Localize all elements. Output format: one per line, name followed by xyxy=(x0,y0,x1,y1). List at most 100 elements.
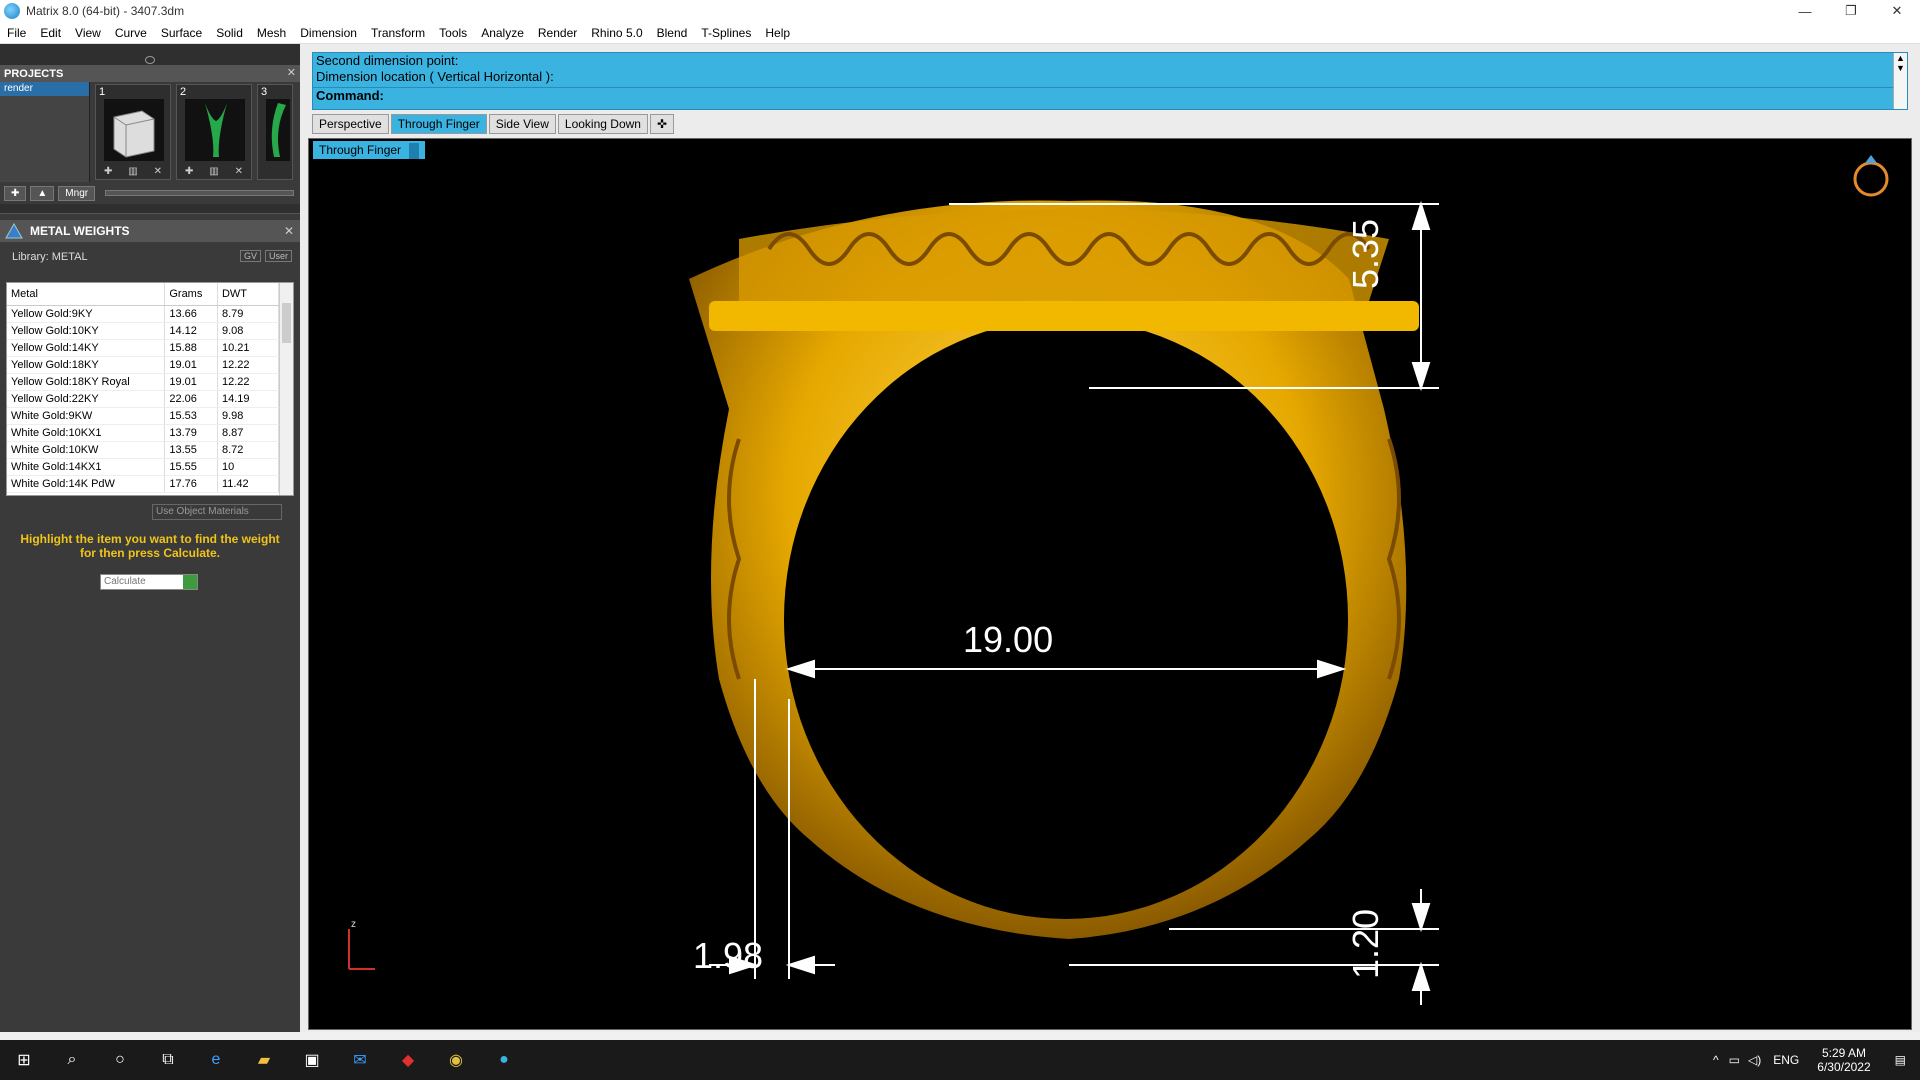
menu-view[interactable]: View xyxy=(68,26,108,40)
table-row[interactable]: White Gold:10KX1 13.79 8.87 xyxy=(7,424,280,442)
ring-icon[interactable] xyxy=(1853,155,1889,197)
command-prompt: Command: xyxy=(316,88,384,103)
menu-render[interactable]: Render xyxy=(531,26,584,40)
col-dwt[interactable]: DWT xyxy=(217,283,280,306)
table-row[interactable]: White Gold:10KW 13.55 8.72 xyxy=(7,441,280,459)
collapse-grip-icon[interactable] xyxy=(145,56,155,64)
table-row[interactable]: Yellow Gold:14KY 15.88 10.21 xyxy=(7,339,280,357)
tab-perspective[interactable]: Perspective xyxy=(312,114,389,134)
manager-button[interactable]: Mngr xyxy=(58,185,96,201)
up-project-button[interactable]: ▲ xyxy=(30,185,55,201)
search-icon[interactable]: ⌕ xyxy=(48,1040,96,1080)
tab-side-view[interactable]: Side View xyxy=(488,114,556,134)
col-grams[interactable]: Grams xyxy=(164,283,218,306)
scale-icon xyxy=(5,222,23,239)
cortana-icon[interactable]: ○ xyxy=(96,1040,144,1080)
project-thumb-1[interactable]: 1 ✚ ▥ ✕ xyxy=(95,84,171,180)
table-row[interactable]: Yellow Gold:22KY 22.06 14.19 xyxy=(7,390,280,408)
menu-transform[interactable]: Transform xyxy=(364,26,432,40)
viewport[interactable]: Through Finger 19.00 5.35 1.98 1.20 z xyxy=(308,138,1912,1030)
app-icon-red[interactable]: ◆ xyxy=(384,1040,432,1080)
clock[interactable]: 5:29 AM 6/30/2022 xyxy=(1807,1046,1880,1074)
task-view-icon[interactable]: ⧉ xyxy=(144,1040,192,1080)
close-button[interactable]: ✕ xyxy=(1874,0,1920,22)
menu-dimension[interactable]: Dimension xyxy=(293,26,364,40)
add-project-button[interactable]: ✚ xyxy=(4,185,27,201)
command-input[interactable]: Command: xyxy=(313,87,1907,103)
chrome-icon[interactable]: ◉ xyxy=(432,1040,480,1080)
menu-file[interactable]: File xyxy=(0,26,33,40)
table-row[interactable]: Yellow Gold:10KY 14.12 9.08 xyxy=(7,322,280,340)
col-metal[interactable]: Metal xyxy=(7,283,166,306)
table-row[interactable]: White Gold:9KW 15.53 9.98 xyxy=(7,407,280,425)
user-toggle[interactable]: User xyxy=(264,250,292,262)
menu-blend[interactable]: Blend xyxy=(650,26,695,40)
volume-icon[interactable]: ◁) xyxy=(1744,1053,1765,1067)
metal-table[interactable]: Metal Grams DWT Yellow Gold:9KY 13.66 8.79… xyxy=(6,282,294,496)
project-item-render[interactable]: render xyxy=(0,82,89,96)
projects-title: PROJECTS xyxy=(4,68,64,80)
chevron-up-icon[interactable]: ^ xyxy=(1707,1053,1725,1067)
tab-through-finger[interactable]: Through Finger xyxy=(390,114,487,134)
menu-curve[interactable]: Curve xyxy=(108,26,154,40)
edge-icon[interactable]: e xyxy=(192,1040,240,1080)
cell-grams: 22.06 xyxy=(164,390,218,408)
delete-icon[interactable]: ✕ xyxy=(154,166,162,177)
project-list[interactable]: render xyxy=(0,82,90,182)
mail-icon[interactable]: ✉ xyxy=(336,1040,384,1080)
copy-icon[interactable]: ▥ xyxy=(209,166,218,177)
tab-looking-down[interactable]: Looking Down xyxy=(557,114,648,134)
menu-edit[interactable]: Edit xyxy=(33,26,68,40)
menu-help[interactable]: Help xyxy=(758,26,797,40)
network-icon[interactable]: ▭ xyxy=(1725,1053,1744,1067)
project-tools: ✚ ▲ Mngr xyxy=(0,182,300,204)
axis-gizmo xyxy=(348,929,375,970)
project-thumb-2[interactable]: 2 ✚ ▥ ✕ xyxy=(176,84,252,180)
matrix-icon[interactable]: ● xyxy=(480,1040,528,1080)
cell-grams: 13.79 xyxy=(164,424,218,442)
language-indicator[interactable]: ENG xyxy=(1765,1053,1807,1067)
play-icon[interactable] xyxy=(183,575,197,589)
delete-icon[interactable]: ✕ xyxy=(235,166,243,177)
calculate-label: Calculate xyxy=(104,576,146,587)
clock-time: 5:29 AM xyxy=(1821,1046,1866,1060)
use-object-materials-toggle[interactable]: Use Object Materials xyxy=(152,504,282,520)
scroll-thumb[interactable] xyxy=(282,303,291,343)
close-icon[interactable]: ✕ xyxy=(284,224,294,238)
calculate-button[interactable]: Calculate xyxy=(100,574,198,590)
file-explorer-icon[interactable]: ▰ xyxy=(240,1040,288,1080)
menu-rhino[interactable]: Rhino 5.0 xyxy=(584,26,649,40)
menu-analyze[interactable]: Analyze xyxy=(474,26,531,40)
hint-text: Highlight the item you want to find the … xyxy=(20,532,280,560)
store-icon[interactable]: ▣ xyxy=(288,1040,336,1080)
project-slider[interactable] xyxy=(105,190,294,196)
command-scrollbar[interactable]: ▲ ▼ xyxy=(1893,53,1907,109)
table-row[interactable]: Yellow Gold:9KY 13.66 8.79 xyxy=(7,305,280,323)
project-thumb-3[interactable]: 3 xyxy=(257,84,293,180)
table-scrollbar[interactable] xyxy=(279,283,293,495)
table-row[interactable]: Yellow Gold:18KY Royal 19.01 12.22 xyxy=(7,373,280,391)
menu-surface[interactable]: Surface xyxy=(154,26,209,40)
add-icon[interactable]: ✚ xyxy=(104,166,112,177)
cell-grams: 13.66 xyxy=(164,305,218,323)
library-label: Library: METAL xyxy=(12,251,88,263)
copy-icon[interactable]: ▥ xyxy=(128,166,137,177)
menu-tools[interactable]: Tools xyxy=(432,26,474,40)
close-icon[interactable]: ✕ xyxy=(287,66,296,79)
menu-mesh[interactable]: Mesh xyxy=(250,26,293,40)
add-tab-button[interactable]: ✜ xyxy=(649,114,675,134)
cell-dwt: 10.21 xyxy=(217,339,280,357)
cell-dwt: 12.22 xyxy=(217,356,280,374)
start-icon[interactable]: ⊞ xyxy=(0,1040,48,1080)
gv-toggle[interactable]: GV xyxy=(239,250,261,262)
table-row[interactable]: Yellow Gold:18KY 19.01 12.22 xyxy=(7,356,280,374)
restore-button[interactable]: ❐ xyxy=(1828,0,1874,22)
table-row[interactable]: White Gold:14KX1 15.55 10 xyxy=(7,458,280,476)
menu-solid[interactable]: Solid xyxy=(209,26,250,40)
minimize-button[interactable]: — xyxy=(1782,0,1828,22)
menu-tsplines[interactable]: T-Splines xyxy=(694,26,758,40)
dimension-1-98: 1.98 xyxy=(693,935,764,976)
notification-icon[interactable]: ▤ xyxy=(1881,1053,1920,1067)
add-icon[interactable]: ✚ xyxy=(185,166,193,177)
table-row[interactable]: White Gold:14K PdW 17.76 11.42 xyxy=(7,475,280,493)
